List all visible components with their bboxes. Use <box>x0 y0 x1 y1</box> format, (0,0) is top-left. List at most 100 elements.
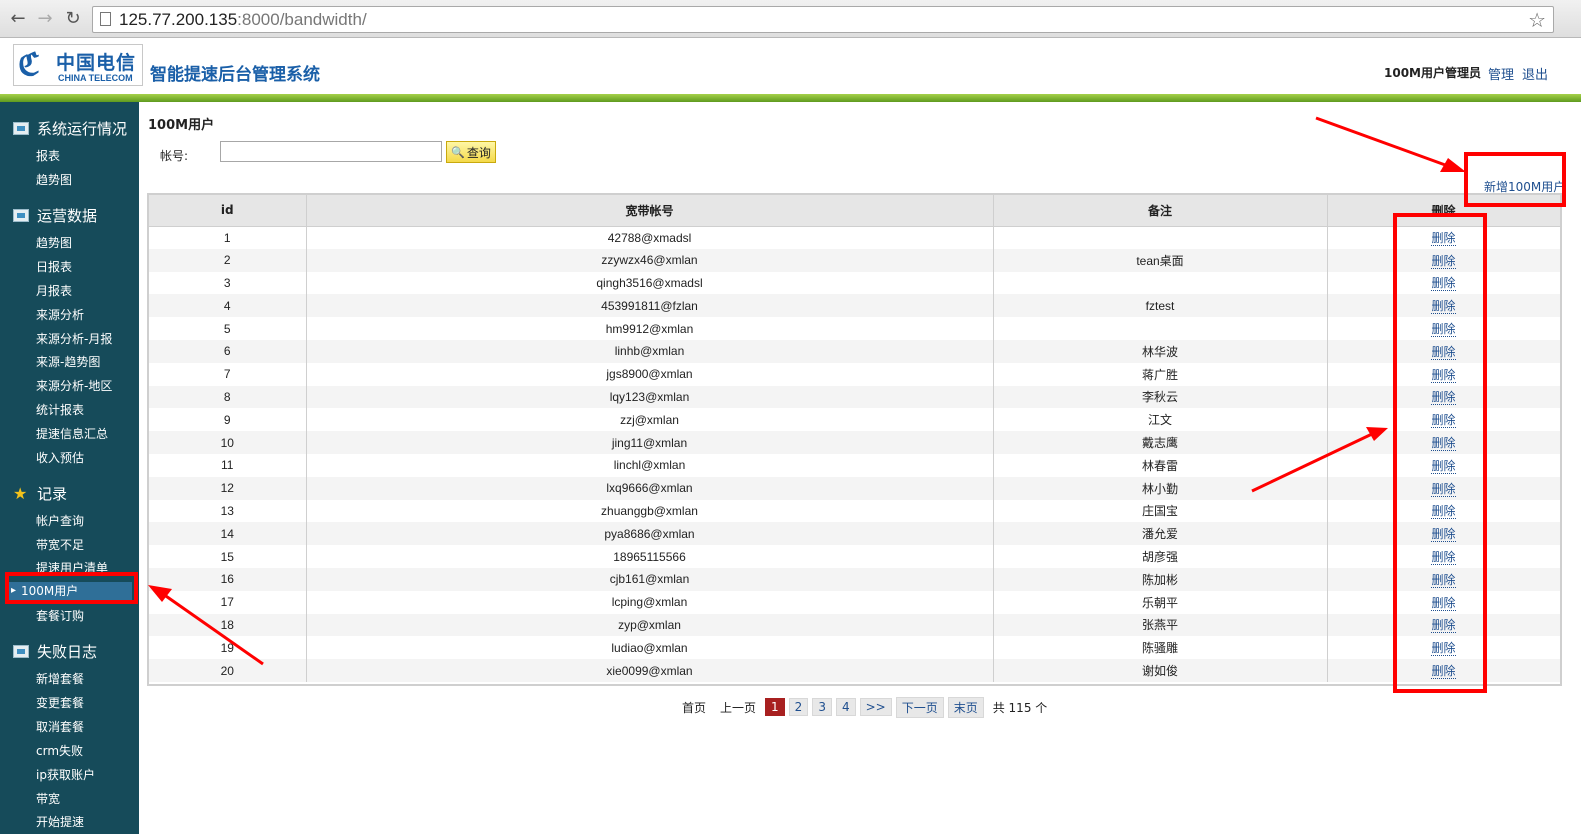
cell-id: 5 <box>149 317 307 340</box>
sidebar-item-start-speedup[interactable]: 开始提速 <box>36 813 84 830</box>
pager-first[interactable]: 首页 <box>677 698 711 717</box>
cell-delete: 删除 <box>1327 248 1561 272</box>
delete-link[interactable]: 删除 <box>1431 527 1456 543</box>
back-icon[interactable]: ← <box>8 9 28 29</box>
sidebar-section-failure-log[interactable]: 失败日志 <box>13 641 97 662</box>
cell-delete: 删除 <box>1327 385 1561 409</box>
cell-id: 18 <box>149 613 307 637</box>
pager-next[interactable]: 下一页 <box>895 696 944 718</box>
delete-link[interactable]: 删除 <box>1431 413 1456 429</box>
sidebar-item-daily-report[interactable]: 日报表 <box>36 258 72 275</box>
cell-note: 蒋广胜 <box>993 362 1328 386</box>
sidebar-item-speedup-summary[interactable]: 提速信息汇总 <box>36 425 108 442</box>
table-row: 2 zzywzx46@xmlan tean桌面 删除 <box>149 248 1561 272</box>
sidebar-item-bandwidth-shortage[interactable]: 带宽不足 <box>36 536 84 553</box>
user-table: id 宽带帐号 备注 删除 1 42788@xmadsl 删除 2 zzywzx46@x… <box>147 193 1562 686</box>
cell-account: lqy123@xmlan <box>306 385 994 409</box>
sidebar-item-speedup-users[interactable]: 提速用户清单 <box>36 559 108 576</box>
reload-icon[interactable]: ↻ <box>63 9 83 29</box>
delete-link[interactable]: 删除 <box>1431 481 1456 497</box>
sidebar-section-records[interactable]: ★ 记录 <box>13 483 67 504</box>
address-bar[interactable]: 125.77.200.135:8000/bandwidth/ ☆ <box>92 6 1554 33</box>
sidebar-item-report[interactable]: 报表 <box>36 147 60 164</box>
delete-link[interactable]: 删除 <box>1431 299 1456 315</box>
sidebar-item-monthly-report[interactable]: 月报表 <box>36 282 72 299</box>
cell-delete: 删除 <box>1327 453 1561 477</box>
delete-link[interactable]: 删除 <box>1431 253 1456 269</box>
pager-last[interactable]: 末页 <box>947 696 984 718</box>
cell-delete: 删除 <box>1327 636 1561 660</box>
cell-note: 张燕平 <box>993 613 1328 637</box>
column-header-id[interactable]: id <box>149 195 307 227</box>
sidebar-item-source-monthly[interactable]: 来源分析-月报 <box>36 330 112 347</box>
cell-account: hm9912@xmlan <box>306 317 994 340</box>
logout-link[interactable]: 退出 <box>1522 64 1548 83</box>
table-header-row: id 宽带帐号 备注 删除 <box>149 195 1561 227</box>
pager-page-4[interactable]: 4 <box>835 698 856 716</box>
sidebar-item-source-analysis[interactable]: 来源分析 <box>36 306 84 323</box>
bookmark-star-icon[interactable]: ☆ <box>1528 8 1546 32</box>
delete-link[interactable]: 删除 <box>1431 390 1456 406</box>
pager-page-2[interactable]: 2 <box>788 698 809 716</box>
delete-link[interactable]: 删除 <box>1431 641 1456 657</box>
column-header-account[interactable]: 宽带帐号 <box>306 195 994 227</box>
delete-link[interactable]: 删除 <box>1431 436 1456 452</box>
forward-icon[interactable]: → <box>35 9 55 29</box>
delete-link[interactable]: 删除 <box>1431 458 1456 474</box>
table-row: 1 42788@xmadsl 删除 <box>149 226 1561 249</box>
delete-link[interactable]: 删除 <box>1431 572 1456 588</box>
delete-link[interactable]: 删除 <box>1431 664 1456 680</box>
table-row: 6 linhb@xmlan 林华波 删除 <box>149 339 1561 363</box>
sidebar-item-package-order[interactable]: 套餐订购 <box>36 607 84 624</box>
cell-delete: 删除 <box>1327 408 1561 432</box>
account-input[interactable] <box>220 141 442 162</box>
search-button[interactable]: 🔍 查询 <box>446 141 496 163</box>
sidebar-item-crm-failure[interactable]: crm失败 <box>36 742 83 759</box>
delete-link[interactable]: 删除 <box>1431 618 1456 634</box>
cell-note: 林华波 <box>993 339 1328 363</box>
pager-page-1[interactable]: 1 <box>765 698 785 716</box>
china-telecom-logo: ℭ 中国电信 CHINA TELECOM <box>13 44 143 86</box>
pager-more[interactable]: >> <box>859 698 892 716</box>
sidebar-item-trend[interactable]: 趋势图 <box>36 171 72 188</box>
sidebar-item-stats-report[interactable]: 统计报表 <box>36 401 84 418</box>
delete-link[interactable]: 删除 <box>1431 231 1456 247</box>
delete-link[interactable]: 删除 <box>1431 504 1456 520</box>
sidebar-item-source-region[interactable]: 来源分析-地区 <box>36 377 112 394</box>
delete-link[interactable]: 删除 <box>1431 367 1456 383</box>
table-row: 19 ludiao@xmlan 陈骚雕 删除 <box>149 636 1561 660</box>
manage-link[interactable]: 管理 <box>1488 64 1514 83</box>
sidebar-section-system[interactable]: 系统运行情况 <box>13 118 127 139</box>
pager-page-3[interactable]: 3 <box>812 698 832 716</box>
sidebar-item-ip-account[interactable]: ip获取账户 <box>36 766 95 783</box>
sidebar-item-100m-users[interactable]: 100M用户 <box>8 582 132 600</box>
pager-prev[interactable]: 上一页 <box>715 698 761 717</box>
sidebar-item-new-package[interactable]: 新增套餐 <box>36 670 84 687</box>
sidebar-item-change-package[interactable]: 变更套餐 <box>36 694 84 711</box>
cell-delete: 删除 <box>1327 567 1561 591</box>
cell-account: qingh3516@xmadsl <box>306 271 994 295</box>
column-header-note[interactable]: 备注 <box>993 195 1328 227</box>
delete-link[interactable]: 删除 <box>1431 595 1456 611</box>
delete-link[interactable]: 删除 <box>1431 344 1456 360</box>
cell-note: 戴志鹰 <box>993 431 1328 454</box>
cell-account: lcping@xmlan <box>306 590 994 614</box>
cell-delete: 删除 <box>1327 271 1561 295</box>
table-row: 15 18965115566 胡彦强 删除 <box>149 545 1561 568</box>
cell-delete: 删除 <box>1327 522 1561 546</box>
sidebar-item-cancel-package[interactable]: 取消套餐 <box>36 718 84 735</box>
delete-link[interactable]: 删除 <box>1431 550 1456 566</box>
delete-link[interactable]: 删除 <box>1431 276 1456 292</box>
table-row: 3 qingh3516@xmadsl 删除 <box>149 271 1561 295</box>
arrowhead-add-link <box>1440 158 1466 172</box>
cell-note: 胡彦强 <box>993 545 1328 568</box>
sidebar-section-operations[interactable]: 运营数据 <box>13 205 97 226</box>
cell-id: 15 <box>149 545 307 568</box>
sidebar-item-source-trend[interactable]: 来源-趋势图 <box>36 353 100 370</box>
delete-link[interactable]: 删除 <box>1431 322 1456 338</box>
sidebar-item-ops-trend[interactable]: 趋势图 <box>36 234 72 251</box>
sidebar-item-revenue-estimate[interactable]: 收入预估 <box>36 449 84 466</box>
sidebar-item-account-query[interactable]: 帐户查询 <box>36 512 84 529</box>
sidebar-item-bandwidth[interactable]: 带宽 <box>36 790 60 807</box>
account-label: 帐号: <box>160 149 189 163</box>
